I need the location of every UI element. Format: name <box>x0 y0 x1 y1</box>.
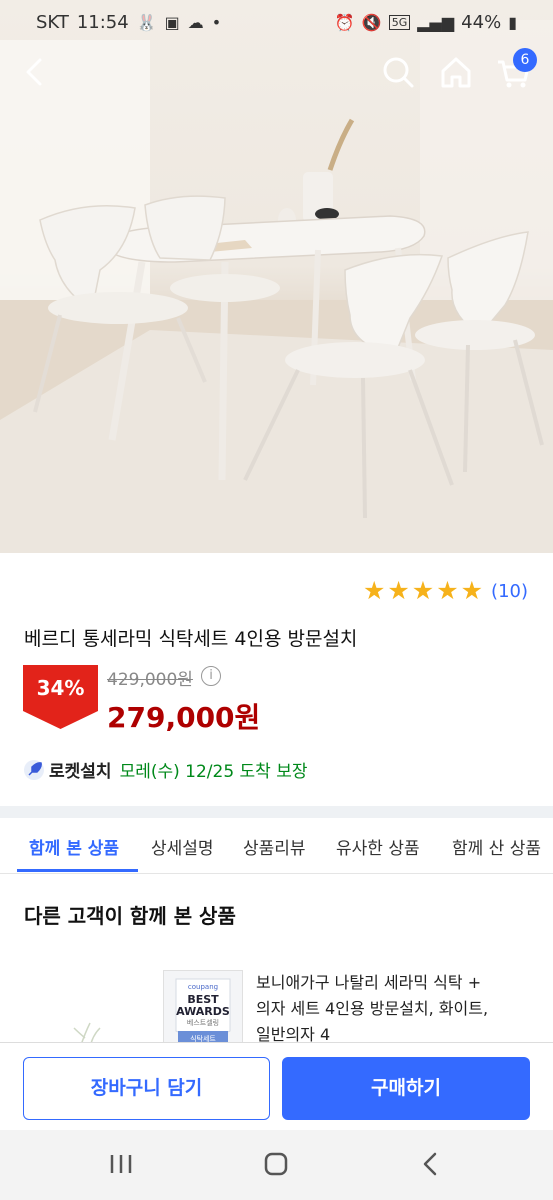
badge-awards: AWARDS <box>176 1005 230 1018</box>
signal-icon: ▂▄▆ <box>417 13 455 32</box>
battery-icon: ▮ <box>508 13 517 32</box>
rocket-icon <box>24 759 44 780</box>
battery-label: 44% <box>461 12 502 33</box>
system-nav-bar <box>0 1130 553 1200</box>
recommend-title-line: 보니애가구 나탈리 세라믹 식탁 + <box>256 973 482 992</box>
delivery-brand: 로켓설치 <box>49 762 112 782</box>
back-nav-icon[interactable] <box>420 1152 440 1176</box>
section-divider <box>0 806 553 818</box>
star-icon: ★ <box>436 576 459 605</box>
badge-sub: 베스트셀링 <box>187 1018 219 1027</box>
mute-icon: 🔇 <box>361 13 382 32</box>
top-nav: 6 <box>0 48 553 98</box>
home-icon[interactable] <box>438 54 474 90</box>
add-to-cart-button[interactable]: 장바구니 담기 <box>23 1057 270 1120</box>
product-title: 베르디 통세라믹 식탁세트 4인용 방문설치 <box>24 628 358 650</box>
tab-description[interactable]: 상세설명 <box>151 834 214 859</box>
home-nav-icon[interactable] <box>263 1152 289 1176</box>
tab-viewed-together[interactable]: 함께 본 상품 <box>29 834 119 859</box>
review-count[interactable]: (10) <box>491 581 528 602</box>
recent-apps-icon[interactable] <box>108 1152 134 1176</box>
product-page: SKT 11:54 🐰 ▣ ☁ • ⏰ 🔇 5G ▂▄▆ 44% ▮ 6 ★ ★… <box>0 0 553 1200</box>
rating[interactable]: ★ ★ ★ ★ ★ (10) <box>363 578 528 604</box>
active-tab-indicator <box>17 869 138 872</box>
notification-icon: 🐰 <box>136 13 157 32</box>
tab-bought-together[interactable]: 함께 산 상품 <box>452 834 541 859</box>
star-icon: ★ <box>387 576 410 605</box>
delivery-info: 로켓설치 모레(수) 12/25 도착 보장 <box>23 757 308 782</box>
cart-count-badge: 6 <box>513 48 537 72</box>
network-label: 5G <box>388 15 411 30</box>
section-title: 다른 고객이 함께 본 상품 <box>24 904 236 928</box>
recommend-item-title[interactable]: 보니애가구 나탈리 세라믹 식탁 + 의자 세트 4인용 방문설치, 화이트, … <box>256 970 541 1048</box>
star-icon: ★ <box>411 576 435 605</box>
discount-rate: 34% <box>36 676 85 700</box>
status-bar: SKT 11:54 🐰 ▣ ☁ • ⏰ 🔇 5G ▂▄▆ 44% ▮ <box>0 0 553 48</box>
dot-icon: • <box>211 13 222 32</box>
clock: 11:54 <box>76 12 129 33</box>
tab-reviews[interactable]: 상품리뷰 <box>243 834 306 859</box>
star-icon: ★ <box>362 576 386 605</box>
original-price: 429,000원 <box>107 670 193 690</box>
alarm-icon: ⏰ <box>334 13 355 32</box>
bottom-action-bar: 장바구니 담기 구매하기 <box>0 1042 553 1130</box>
detail-tabs: 함께 본 상품 상세설명 상품리뷰 유사한 상품 함께 산 상품 <box>0 818 553 874</box>
cloud-icon: ☁ <box>187 13 204 32</box>
carrier-label: SKT <box>36 12 69 33</box>
badge-brand: coupang <box>188 983 218 991</box>
sale-price: 279,000원 <box>107 701 261 734</box>
star-icon: ★ <box>460 576 484 605</box>
gallery-icon: ▣ <box>164 13 180 32</box>
best-awards-badge: coupang BEST AWARDS 베스트셀링 식탁세트 <box>164 971 242 1049</box>
back-arrow-icon[interactable] <box>20 54 50 90</box>
recommend-thumbnail[interactable]: coupang BEST AWARDS 베스트셀링 식탁세트 <box>163 970 243 1050</box>
search-icon[interactable] <box>380 54 416 90</box>
delivery-date: 모레(수) 12/25 도착 보장 <box>119 762 308 782</box>
recommend-title-line: 의자 세트 4인용 방문설치, 화이트, <box>256 999 489 1018</box>
product-image[interactable]: SKT 11:54 🐰 ▣ ☁ • ⏰ 🔇 5G ▂▄▆ 44% ▮ 6 <box>0 0 553 553</box>
info-icon[interactable]: i <box>201 666 221 686</box>
tab-similar[interactable]: 유사한 상품 <box>336 834 420 859</box>
buy-now-button[interactable]: 구매하기 <box>282 1057 530 1120</box>
